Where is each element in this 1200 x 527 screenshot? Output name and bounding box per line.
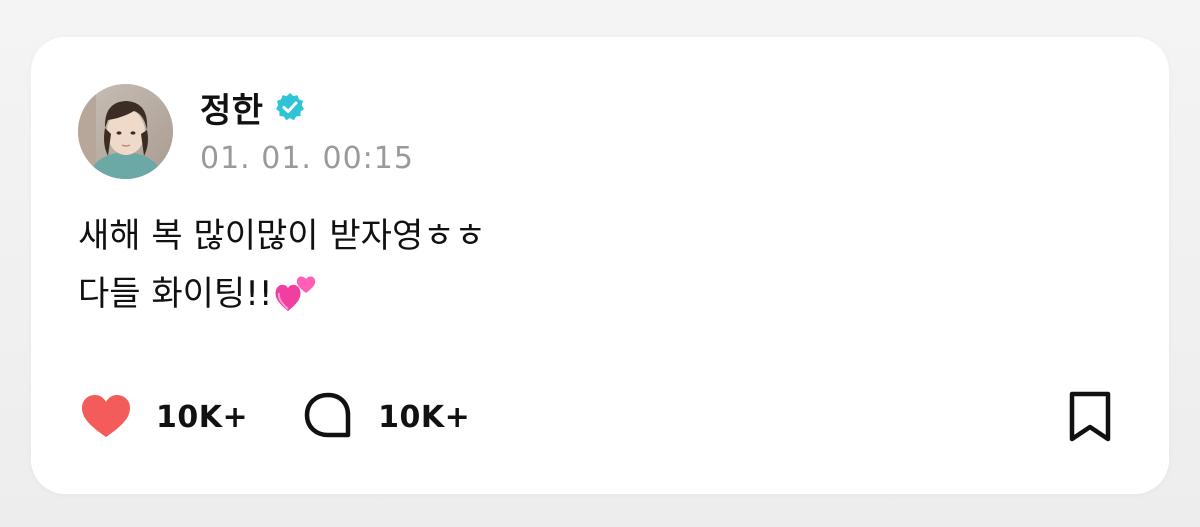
comment-bubble-icon[interactable] [300, 389, 356, 445]
author-name[interactable]: 정한 [200, 83, 264, 132]
comment-count: 10K+ [378, 399, 471, 435]
like-button[interactable]: 10K+ [78, 389, 248, 445]
heart-icon[interactable] [78, 389, 134, 445]
author-row: 정한 [200, 83, 306, 132]
bookmark-icon[interactable] [1062, 389, 1118, 445]
post-timestamp: 01. 01. 00:15 [200, 141, 414, 176]
like-count: 10K+ [156, 399, 249, 435]
avatar-portrait [78, 84, 173, 179]
post-card: 정한 01. 01. 00:15 새해 복 많이많이 받자영ㅎㅎ 다들 화이팅!… [31, 37, 1169, 494]
post-text-line-2-text: 다들 화이팅!! [78, 274, 273, 314]
post-actions: 10K+ 10K+ [78, 389, 1118, 445]
comment-button[interactable]: 10K+ [300, 389, 470, 445]
post-text-line-1: 새해 복 많이많이 받자영ㅎㅎ [78, 216, 486, 256]
verified-badge-icon [275, 93, 304, 121]
post-text-line-2: 다들 화이팅!! [78, 265, 486, 323]
post-body: 새해 복 많이많이 받자영ㅎㅎ 다들 화이팅!! [78, 207, 486, 323]
two-hearts-emoji [275, 276, 316, 311]
avatar[interactable] [78, 84, 173, 179]
